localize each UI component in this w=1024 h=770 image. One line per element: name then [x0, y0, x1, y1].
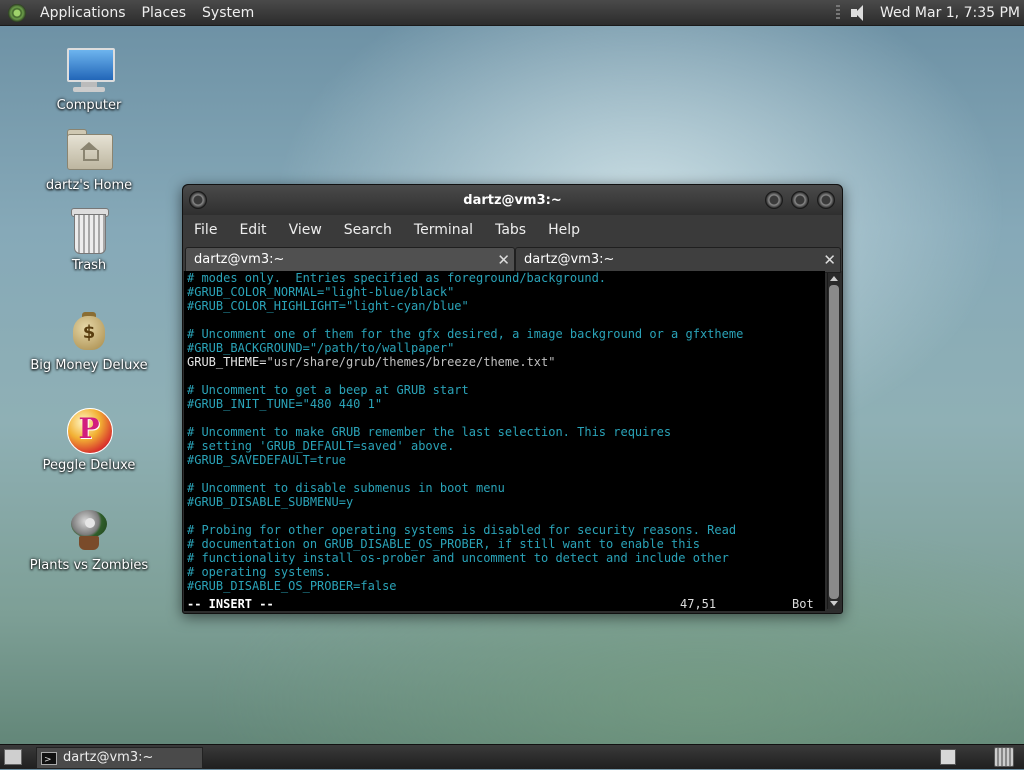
close-icon[interactable]: ✕: [823, 248, 836, 272]
desktop-icon-home[interactable]: dartz's Home: [29, 126, 149, 193]
peggle-icon: P: [65, 406, 113, 454]
desktop-icon-label: Peggle Deluxe: [42, 458, 136, 473]
computer-icon: [65, 46, 115, 94]
home-folder-icon: [65, 126, 113, 174]
terminal-line: # documentation on GRUB_DISABLE_OS_PROBE…: [187, 537, 700, 551]
tab-bar: dartz@vm3:~ ✕ dartz@vm3:~ ✕: [183, 245, 842, 273]
terminal-line: # Probing for other operating systems is…: [187, 523, 737, 537]
terminal-window: dartz@vm3:~ File Edit View Search Termin…: [182, 184, 843, 614]
scroll-down-icon[interactable]: [830, 601, 838, 606]
terminal-line: # Uncomment to get a beep at GRUB start: [187, 383, 469, 397]
menu-view[interactable]: View: [278, 222, 333, 238]
clock[interactable]: Wed Mar 1, 7:35 PM: [880, 5, 1020, 21]
menubar: File Edit View Search Terminal Tabs Help: [183, 215, 842, 245]
tab-label: dartz@vm3:~: [194, 252, 285, 267]
desktop-icon-computer[interactable]: Computer: [29, 46, 149, 113]
bottom-panel: dartz@vm3:~: [0, 744, 1024, 770]
terminal-line: # operating systems.: [187, 565, 332, 579]
terminal-line: #GRUB_COLOR_NORMAL="light-blue/black": [187, 285, 455, 299]
terminal-line: # modes only. Entries specified as foreg…: [187, 271, 607, 285]
menu-edit[interactable]: Edit: [228, 222, 277, 238]
scrollbar[interactable]: [827, 273, 840, 609]
desktop-icon-peggle[interactable]: P Peggle Deluxe: [29, 406, 149, 473]
scroll-position: Bot: [792, 597, 814, 611]
plants-icon: [65, 506, 113, 554]
top-panel: Applications Places System Wed Mar 1, 7:…: [0, 0, 1024, 26]
minimize-button[interactable]: [765, 191, 783, 209]
terminal-output[interactable]: # modes only. Entries specified as foreg…: [184, 271, 825, 611]
trash-applet-icon[interactable]: [994, 747, 1014, 767]
trash-icon: [65, 206, 113, 254]
window-title: dartz@vm3:~: [463, 193, 562, 208]
taskbar-item-terminal[interactable]: dartz@vm3:~: [36, 747, 203, 770]
money-bag-icon: $: [65, 306, 113, 354]
distro-logo-icon[interactable]: [8, 3, 26, 22]
desktop-icon-label: Computer: [56, 98, 122, 113]
terminal-line: #GRUB_INIT_TUNE="480 440 1": [187, 397, 383, 411]
workspace-switcher[interactable]: [940, 749, 956, 765]
terminal-line: # Uncomment to make GRUB remember the la…: [187, 425, 672, 439]
volume-icon[interactable]: [850, 4, 868, 22]
menu-help[interactable]: Help: [537, 222, 591, 238]
terminal-line: #GRUB_COLOR_HIGHLIGHT="light-cyan/blue": [187, 299, 469, 313]
tab-2[interactable]: dartz@vm3:~ ✕: [515, 247, 841, 273]
menu-file[interactable]: File: [183, 222, 228, 238]
vim-mode: -- INSERT --: [187, 597, 274, 611]
terminal-line: # Uncomment one of them for the gfx desi…: [187, 327, 744, 341]
close-icon[interactable]: ✕: [497, 248, 510, 272]
menu-search[interactable]: Search: [333, 222, 403, 238]
terminal-line: #GRUB_BACKGROUND="/path/to/wallpaper": [187, 341, 455, 355]
menu-places[interactable]: Places: [134, 5, 195, 21]
desktop-icon-plants-vs-zombies[interactable]: Plants vs Zombies: [29, 506, 149, 573]
scroll-up-icon[interactable]: [830, 276, 838, 281]
desktop-icon-label: Trash: [71, 258, 107, 273]
maximize-button[interactable]: [791, 191, 809, 209]
top-panel-tray: Wed Mar 1, 7:35 PM: [835, 0, 1020, 25]
terminal-icon: [41, 750, 57, 770]
show-desktop-icon[interactable]: [4, 749, 22, 765]
menu-terminal[interactable]: Terminal: [403, 222, 484, 238]
menu-tabs[interactable]: Tabs: [484, 222, 537, 238]
terminal-line: # Uncomment to disable submenus in boot …: [187, 481, 505, 495]
vim-statusbar: -- INSERT -- 47,51 Bot: [184, 597, 825, 611]
desktop-icon-trash[interactable]: Trash: [29, 206, 149, 273]
terminal-line: # setting 'GRUB_DEFAULT=saved' above.: [187, 439, 455, 453]
taskbar-item-label: dartz@vm3:~: [63, 750, 154, 765]
terminal-line: #GRUB_DISABLE_OS_PROBER=false: [187, 579, 397, 593]
terminal-line: #GRUB_SAVEDEFAULT=true: [187, 453, 346, 467]
desktop-icon-label: Plants vs Zombies: [29, 558, 149, 573]
terminal-line: GRUB_THEME="usr/share/grub/themes/breeze…: [187, 355, 556, 369]
close-button[interactable]: [817, 191, 835, 209]
cursor-position: 47,51: [680, 597, 717, 611]
terminal-line: #GRUB_DISABLE_SUBMENU=y: [187, 495, 354, 509]
desktop-icon-label: dartz's Home: [45, 178, 133, 193]
panel-grip: [835, 4, 840, 21]
terminal-lines: # modes only. Entries specified as foreg…: [184, 271, 825, 593]
window-titlebar[interactable]: dartz@vm3:~: [183, 185, 842, 215]
desktop-icon-big-money[interactable]: $ Big Money Deluxe: [29, 306, 149, 373]
terminal-line: # functionality install os-prober and un…: [187, 551, 729, 565]
menu-applications[interactable]: Applications: [32, 5, 134, 21]
desktop-icon-label: Big Money Deluxe: [30, 358, 148, 373]
scrollbar-thumb[interactable]: [829, 285, 839, 599]
menu-system[interactable]: System: [194, 5, 262, 21]
tab-label: dartz@vm3:~: [524, 252, 615, 267]
tab-1[interactable]: dartz@vm3:~ ✕: [185, 247, 515, 272]
